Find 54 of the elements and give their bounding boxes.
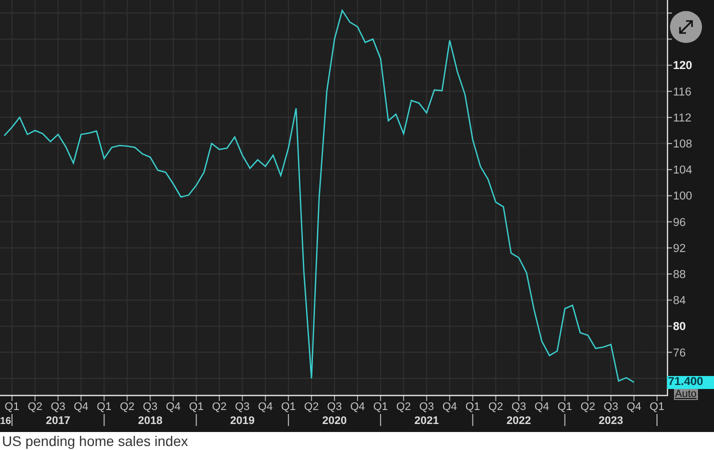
scale-mode-label[interactable]: Auto xyxy=(674,389,698,400)
axis-tick-label: 104 xyxy=(673,164,692,177)
year-label: 2018 xyxy=(138,415,162,427)
axis-tick-label: Q4 xyxy=(166,401,181,413)
year-label: 2022 xyxy=(506,415,532,427)
value-badge: 71.400 xyxy=(667,376,714,390)
axis-tick-label: Q1 xyxy=(281,401,296,413)
axis-tick-label: Q3 xyxy=(511,401,526,413)
axis-tick-label: Q2 xyxy=(396,401,411,413)
year-label: 2020 xyxy=(322,415,347,427)
year-label: 2023 xyxy=(598,415,624,427)
axis-tick-label: Q2 xyxy=(120,401,135,413)
axis-tick-label: Q3 xyxy=(142,401,158,413)
axis-tick-label: 80 xyxy=(673,321,686,334)
axis-tick-label: Q3 xyxy=(327,401,342,413)
axis-tick-label: Q1 xyxy=(465,401,480,413)
axis-tick-label: Q3 xyxy=(235,401,250,413)
axis-tick-label: 120 xyxy=(673,60,692,72)
axis-tick-label: Q2 xyxy=(488,401,504,413)
axis-tick-label: Q2 xyxy=(212,401,227,413)
axis-tick-label: 108 xyxy=(673,138,692,151)
axis-tick-label: Q4 xyxy=(350,401,365,413)
axis-tick-label: Q2 xyxy=(304,401,319,413)
axis-tick-label: Q1 xyxy=(650,401,664,413)
axis-tick-label: 100 xyxy=(673,190,692,203)
year-label: 2017 xyxy=(46,415,70,427)
axis-tick-label: Q1 xyxy=(4,401,20,413)
axis-tick-label: Q4 xyxy=(442,401,458,413)
axis-tick-label: 84 xyxy=(673,295,686,308)
axis-tick-label: 112 xyxy=(673,112,692,124)
axis-tick-label: Q1 xyxy=(558,401,572,413)
axis-tick-label: 88 xyxy=(673,269,686,281)
axis-tick-label: Q1 xyxy=(373,401,388,413)
year-label: 2019 xyxy=(230,415,255,427)
axis-tick-label: 116 xyxy=(673,86,692,98)
axis-tick-label: Q1 xyxy=(188,401,204,413)
caption: US pending home sales index xyxy=(1,432,190,450)
axis-tick-label: Q3 xyxy=(50,401,66,413)
axis-tick-label: 96 xyxy=(673,216,686,229)
axis-tick-label: Q2 xyxy=(580,401,596,413)
axis-tick-label: 76 xyxy=(673,347,686,360)
axis-tick-label: Q4 xyxy=(74,401,88,413)
axis-tick-label: Q1 xyxy=(96,401,112,413)
expand-button[interactable] xyxy=(670,11,702,43)
axis-tick-label: Q2 xyxy=(28,401,42,413)
year-label: 16 xyxy=(0,416,12,427)
axis-tick-label: Q3 xyxy=(419,401,434,413)
axis-tick-label: Q3 xyxy=(604,401,618,413)
axis-tick-label: 92 xyxy=(673,242,686,255)
expand-icon xyxy=(677,18,695,36)
year-label: 2021 xyxy=(414,415,439,427)
axis-tick-label: Q4 xyxy=(258,401,273,413)
axis-tick-label: Q4 xyxy=(626,401,642,413)
axis-tick-label: Q4 xyxy=(534,401,550,413)
